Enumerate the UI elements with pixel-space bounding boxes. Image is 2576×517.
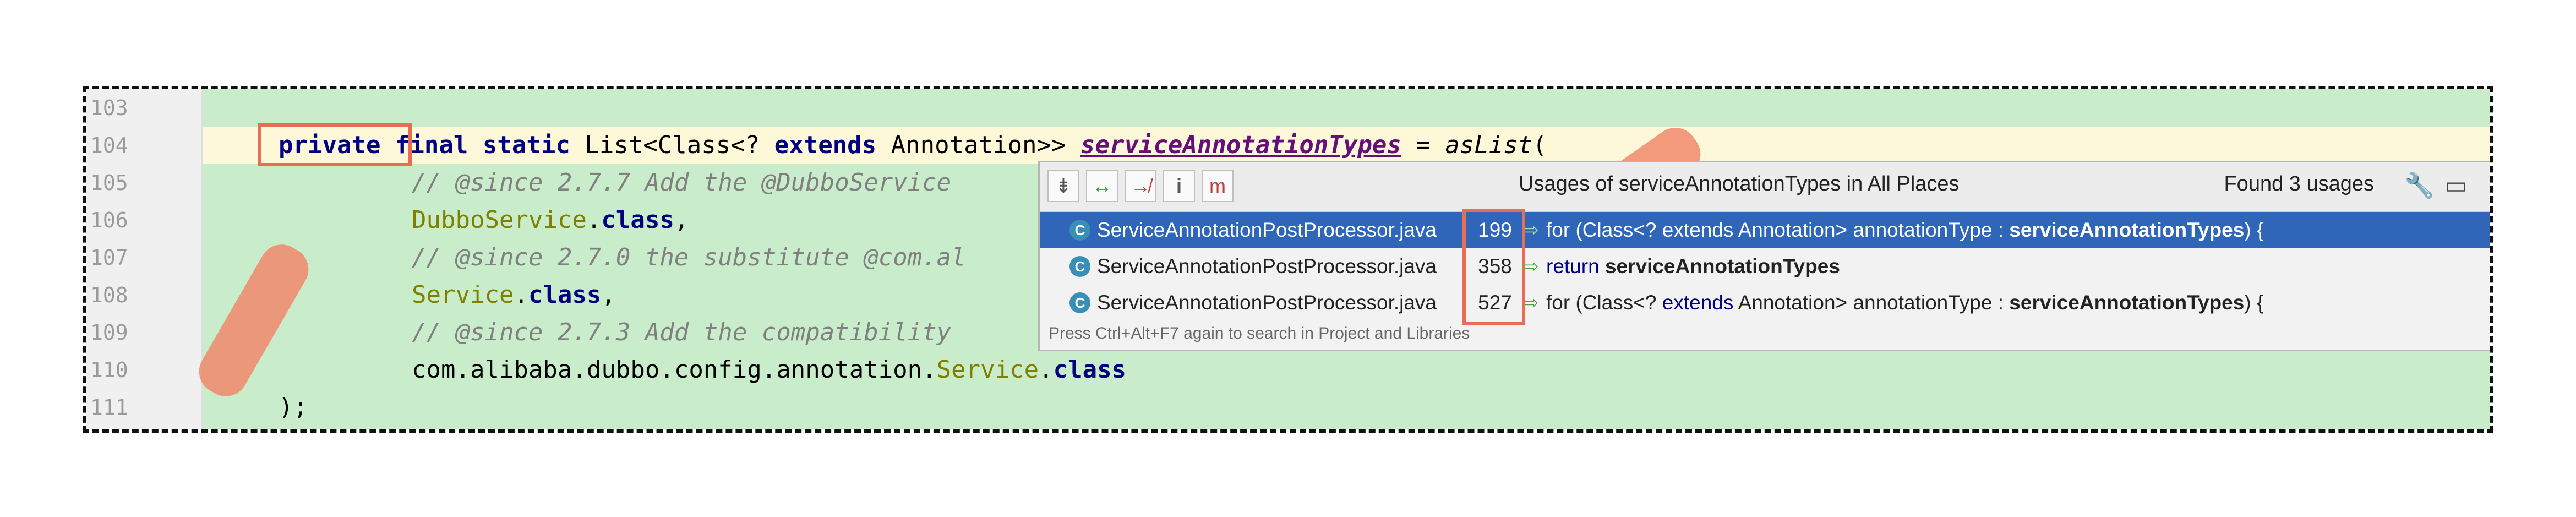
code-line-111[interactable]: 111 ); — [86, 389, 2490, 426]
usage-code: for (Class<? extends Annotation> annotat… — [1546, 291, 2264, 314]
java-class-icon: C — [1069, 256, 1090, 277]
code-line-110[interactable]: 110 com.alibaba.dubbo.config.annotation.… — [86, 351, 2490, 389]
private-highlight-box — [258, 123, 412, 166]
usage-count: Found 3 usages — [2224, 172, 2374, 195]
popup-header: ⇟ ↔ ↛ i m Usages of serviceAnnotationTyp… — [1040, 162, 2490, 212]
settings-wrench-icon[interactable]: 🔧 — [2404, 171, 2435, 200]
navigate-icon[interactable]: ↔ — [1086, 170, 1118, 202]
usage-file: ServiceAnnotationPostProcessor.java — [1097, 291, 1437, 314]
popup-title: Usages of serviceAnnotationTypes in All … — [1519, 172, 1960, 195]
code-comment: // @since 2.7.7 Add the @DubboService — [412, 168, 952, 197]
line-number: 108 — [90, 283, 128, 307]
usage-code: return serviceAnnotationTypes — [1546, 255, 1840, 277]
usage-code: for (Class<? extends Annotation> annotat… — [1546, 219, 2264, 241]
line-numbers-highlight-box — [1462, 209, 1525, 325]
java-class-icon: C — [1069, 220, 1090, 241]
usage-row[interactable]: C ServiceAnnotationPostProcessor.java 52… — [1040, 285, 2490, 321]
line-number: 110 — [90, 358, 128, 382]
usage-row[interactable]: C ServiceAnnotationPostProcessor.java 35… — [1040, 248, 2490, 285]
code-text: ); — [279, 393, 308, 421]
write-access-icon: ⇨ — [1523, 220, 1539, 241]
line-number: 106 — [90, 208, 128, 232]
code-editor-frame: 103 104 private final static List<Class<… — [83, 86, 2493, 433]
read-access-icon: ⇨ — [1523, 256, 1539, 277]
pin-window-icon[interactable]: ▭ — [2444, 171, 2468, 199]
code-text: com.alibaba.dubbo.config.annotation.Serv… — [412, 356, 1127, 384]
info-icon[interactable]: i — [1163, 170, 1195, 202]
line-number: 105 — [90, 171, 128, 195]
line-number: 109 — [90, 320, 128, 345]
code-text: private final static List<Class<? extend… — [279, 131, 1547, 159]
exclude-icon[interactable]: ↛ — [1125, 170, 1156, 202]
read-access-icon: ⇨ — [1523, 292, 1539, 313]
code-line-103[interactable]: 103 — [86, 89, 2490, 127]
usage-file: ServiceAnnotationPostProcessor.java — [1097, 219, 1437, 241]
find-usages-popup[interactable]: ⇟ ↔ ↛ i m Usages of serviceAnnotationTyp… — [1038, 161, 2490, 351]
usage-row[interactable]: C ServiceAnnotationPostProcessor.java 19… — [1040, 212, 2490, 248]
code-text: Service.class, — [412, 281, 616, 309]
line-number: 104 — [90, 133, 128, 157]
java-class-icon: C — [1069, 292, 1090, 313]
code-line-104[interactable]: 104 private final static List<Class<? ex… — [86, 127, 2490, 164]
usage-file: ServiceAnnotationPostProcessor.java — [1097, 255, 1437, 277]
line-number: 111 — [90, 395, 128, 420]
merge-usages-icon[interactable]: ⇟ — [1047, 170, 1079, 202]
popup-hint: Press Ctrl+Alt+F7 again to search in Pro… — [1049, 324, 1470, 342]
code-text: DubboService.class, — [412, 206, 689, 234]
line-number: 107 — [90, 246, 128, 270]
line-number: 103 — [90, 96, 128, 120]
code-comment: // @since 2.7.3 Add the compatibility — [412, 318, 952, 346]
module-icon[interactable]: m — [1202, 170, 1234, 202]
code-comment: // @since 2.7.0 the substitute @com.al — [412, 243, 966, 271]
